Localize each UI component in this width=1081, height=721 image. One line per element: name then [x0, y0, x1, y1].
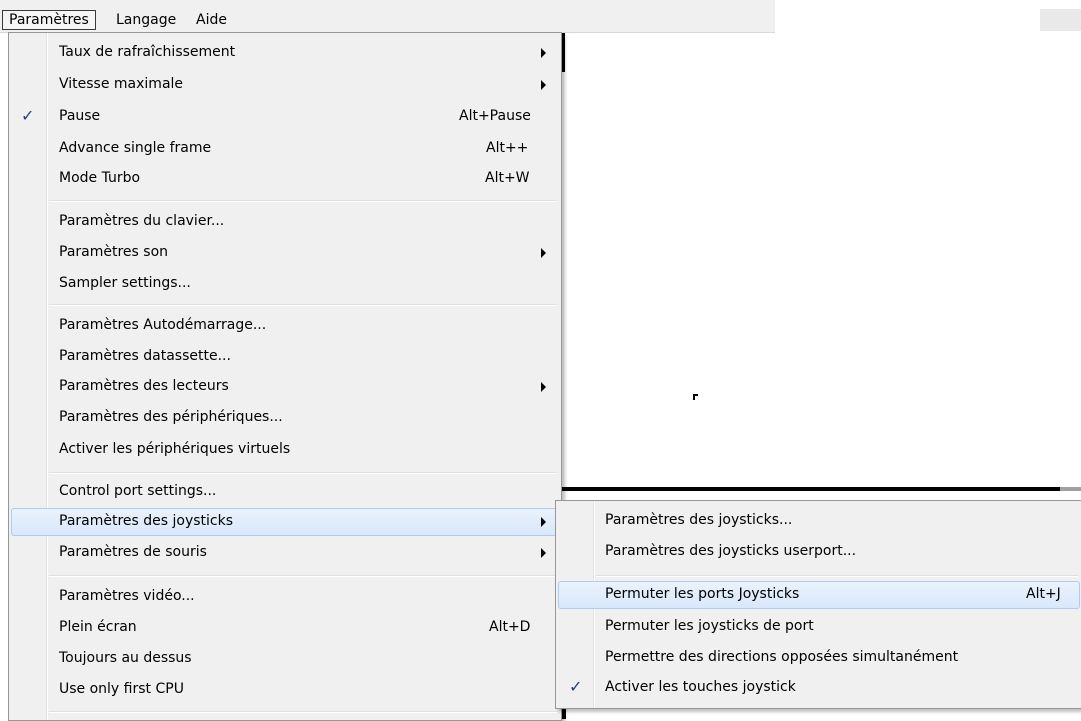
- menu-item-keyboard[interactable]: Paramètres du clavier...: [11, 208, 559, 236]
- check-icon: ✓: [569, 677, 583, 696]
- menu-item-label: Mode Turbo: [59, 170, 141, 186]
- menu-item-turbo[interactable]: Mode Turbo Alt+W: [11, 165, 559, 193]
- menu-item-virtual-devices[interactable]: Activer les périphériques virtuels: [11, 436, 559, 464]
- menu-item-label: Vitesse maximale: [59, 76, 184, 92]
- menu-item-advance-frame[interactable]: Advance single frame Alt++: [11, 135, 559, 163]
- menu-item-shortcut: Alt++: [486, 140, 529, 156]
- menu-aide[interactable]: Aide: [190, 10, 233, 30]
- menu-item-label: Taux de rafraîchissement: [59, 44, 236, 60]
- menu-item-label: Plein écran: [59, 619, 137, 635]
- menu-item-always-on-top[interactable]: Toujours au dessus: [11, 645, 559, 673]
- menu-item-fullscreen[interactable]: Plein écran Alt+D: [11, 614, 559, 642]
- menu-item-label: Sampler settings...: [59, 275, 191, 291]
- menu-item-label: Toujours au dessus: [59, 650, 192, 666]
- menu-item-video[interactable]: Paramètres vidéo...: [11, 583, 559, 611]
- menu-item-label: Paramètres datassette...: [59, 348, 231, 364]
- submenu-item-opposite-directions[interactable]: Permettre des directions opposées simult…: [558, 644, 1080, 672]
- menu-item-label: Advance single frame: [59, 140, 212, 156]
- submenu-item-joystick-keys[interactable]: ✓ Activer les touches joystick: [558, 674, 1080, 702]
- menu-item-label: Paramètres Autodémarrage...: [59, 317, 267, 333]
- menu-item-refresh-rate[interactable]: Taux de rafraîchissement: [11, 39, 559, 67]
- chevron-right-icon: [541, 382, 546, 392]
- submenu-item-swap-ports[interactable]: Permuter les ports Joysticks Alt+J: [558, 581, 1080, 609]
- menu-parametres[interactable]: Paramètres: [2, 10, 96, 30]
- menu-item-mouse[interactable]: Paramètres de souris: [11, 539, 559, 567]
- menu-item-label: Pause: [59, 108, 101, 124]
- menu-item-label: Activer les touches joystick: [605, 679, 796, 695]
- menu-separator: [49, 200, 557, 202]
- screen-artifact: [560, 487, 1060, 491]
- menu-item-sampler[interactable]: Sampler settings...: [11, 270, 559, 298]
- menu-separator: [49, 575, 557, 577]
- chevron-right-icon: [541, 548, 546, 558]
- menu-separator: [49, 711, 557, 713]
- chevron-right-icon: [541, 248, 546, 258]
- menu-langage[interactable]: Langage: [110, 10, 182, 30]
- menu-item-shortcut: Alt+W: [485, 170, 530, 186]
- menu-item-label: Paramètres vidéo...: [59, 588, 195, 604]
- menu-item-sound[interactable]: Paramètres son: [11, 239, 559, 267]
- chevron-right-icon: [541, 48, 546, 58]
- submenu-item-swap-port-joysticks[interactable]: Permuter les joysticks de port: [558, 613, 1080, 641]
- menu-item-max-speed[interactable]: Vitesse maximale: [11, 71, 559, 99]
- joystick-submenu: Paramètres des joysticks... Paramètres d…: [555, 500, 1081, 709]
- menu-item-label: Use only first CPU: [59, 681, 184, 697]
- menu-item-joysticks[interactable]: Paramètres des joysticks: [11, 508, 559, 536]
- submenu-item-userport-joystick[interactable]: Paramètres des joysticks userport...: [558, 538, 1080, 566]
- menu-item-drives[interactable]: Paramètres des lecteurs: [11, 373, 559, 401]
- chevron-right-icon: [541, 80, 546, 90]
- menu-separator: [49, 304, 557, 306]
- menu-bar: Paramètres Langage Aide: [0, 0, 775, 33]
- menu-item-label: Paramètres son: [59, 244, 169, 260]
- menu-item-autostart[interactable]: Paramètres Autodémarrage...: [11, 312, 559, 340]
- menu-item-control-port[interactable]: Control port settings...: [11, 478, 559, 506]
- menu-separator: [596, 575, 1078, 577]
- parametres-menu: Taux de rafraîchissement Vitesse maximal…: [8, 32, 562, 721]
- menu-item-shortcut: Alt+D: [489, 619, 531, 635]
- chevron-right-icon: [541, 517, 546, 527]
- menu-item-pause[interactable]: ✓ Pause Alt+Pause: [11, 103, 559, 131]
- window-background: [1040, 9, 1081, 31]
- menu-item-label: Activer les périphériques virtuels: [59, 441, 291, 457]
- menu-item-label: Paramètres de souris: [59, 544, 207, 560]
- menu-item-label: Control port settings...: [59, 483, 217, 499]
- menu-item-shortcut: Alt+J: [1026, 586, 1061, 602]
- menu-item-label: Permuter les joysticks de port: [605, 618, 814, 634]
- menu-item-peripherals[interactable]: Paramètres des périphériques...: [11, 404, 559, 432]
- menu-item-label: Paramètres des joysticks...: [605, 512, 793, 528]
- menu-separator: [49, 472, 557, 474]
- menu-item-label: Paramètres des lecteurs: [59, 378, 229, 394]
- screen-artifact: [693, 394, 698, 396]
- menu-item-label: Permuter les ports Joysticks: [605, 586, 800, 602]
- menu-item-label: Paramètres des périphériques...: [59, 409, 283, 425]
- menu-item-label: Permettre des directions opposées simult…: [605, 649, 959, 665]
- menu-item-label: Paramètres des joysticks userport...: [605, 543, 857, 559]
- menu-item-shortcut: Alt+Pause: [459, 108, 531, 124]
- menu-item-datassette[interactable]: Paramètres datassette...: [11, 343, 559, 371]
- menu-item-first-cpu[interactable]: Use only first CPU: [11, 676, 559, 704]
- check-icon: ✓: [21, 106, 35, 125]
- submenu-item-joystick-settings[interactable]: Paramètres des joysticks...: [558, 507, 1080, 535]
- menu-item-label: Paramètres des joysticks: [59, 513, 234, 529]
- menu-item-label: Paramètres du clavier...: [59, 213, 225, 229]
- screen-artifact: [1060, 487, 1081, 491]
